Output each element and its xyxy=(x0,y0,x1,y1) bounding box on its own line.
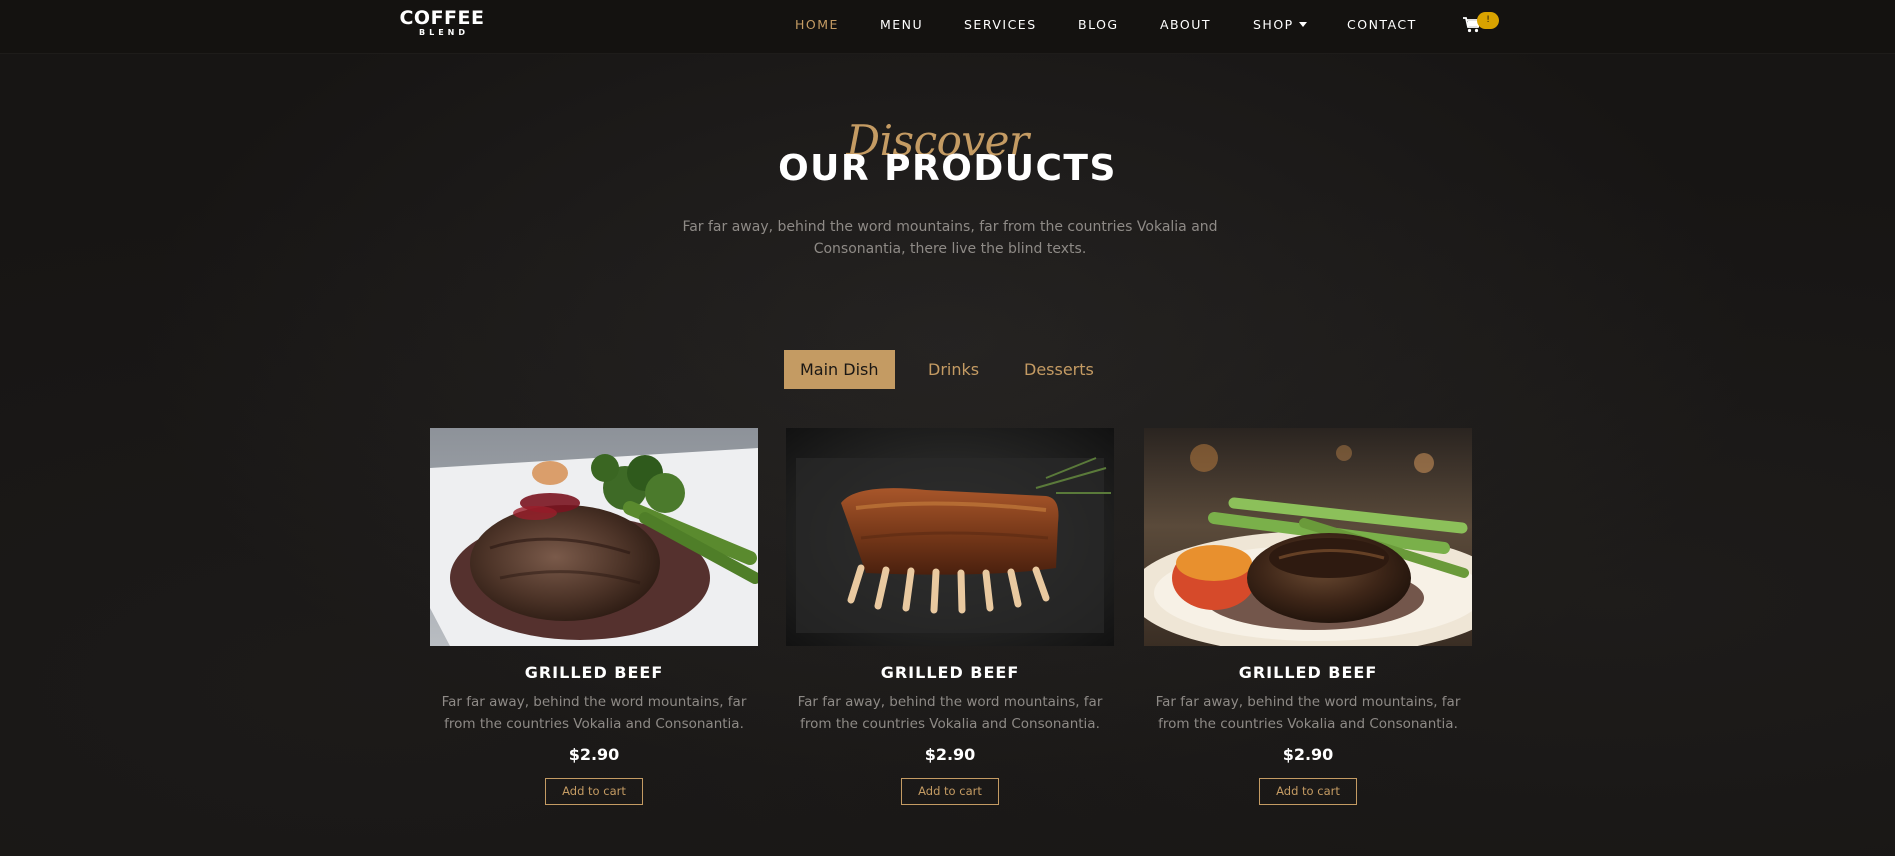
tab-main-dish[interactable]: Main Dish xyxy=(784,350,895,389)
add-to-cart-button[interactable]: Add to cart xyxy=(545,778,643,805)
nav-item-blog[interactable]: BLOG xyxy=(1078,17,1119,32)
brand-logo[interactable]: COFFEE BLEND xyxy=(397,9,487,37)
chevron-down-icon xyxy=(1298,22,1307,27)
nav-item-services[interactable]: SERVICES xyxy=(964,17,1037,32)
tab-drinks[interactable]: Drinks xyxy=(912,350,995,389)
cart-count-badge: ! xyxy=(1477,12,1499,29)
product-title: GRILLED BEEF xyxy=(880,663,1020,682)
nav-item-shop-label: SHOP xyxy=(1253,17,1294,32)
product-title: GRILLED BEEF xyxy=(1238,663,1378,682)
tab-desserts[interactable]: Desserts xyxy=(1008,350,1110,389)
product-price: $2.90 xyxy=(568,745,620,764)
product-image[interactable] xyxy=(430,428,758,646)
section-title: OUR PRODUCTS xyxy=(778,148,1117,189)
nav-item-about[interactable]: ABOUT xyxy=(1160,17,1211,32)
product-description: Far far away, behind the word mountains,… xyxy=(1155,694,1461,732)
product-description: Far far away, behind the word mountains,… xyxy=(441,694,747,732)
product-image[interactable] xyxy=(786,428,1114,646)
add-to-cart-button[interactable]: Add to cart xyxy=(901,778,999,805)
product-price: $2.90 xyxy=(924,745,976,764)
product-price: $2.90 xyxy=(1282,745,1334,764)
product-card: GRILLED BEEF Far far away, behind the wo… xyxy=(786,428,1114,805)
navbar: COFFEE BLEND HOME MENU SERVICES BLOG ABO… xyxy=(0,0,1895,54)
cart-button[interactable]: ! xyxy=(1463,12,1503,40)
product-description: Far far away, behind the word mountains,… xyxy=(797,694,1103,732)
nav-item-contact[interactable]: CONTACT xyxy=(1347,17,1417,32)
product-card: GRILLED BEEF Far far away, behind the wo… xyxy=(430,428,758,805)
product-card: GRILLED BEEF Far far away, behind the wo… xyxy=(1144,428,1472,805)
brand-subtitle: BLEND xyxy=(419,28,469,37)
brand-name: COFFEE xyxy=(399,7,485,29)
add-to-cart-button[interactable]: Add to cart xyxy=(1259,778,1357,805)
product-title: GRILLED BEEF xyxy=(524,663,664,682)
product-image[interactable] xyxy=(1144,428,1472,646)
nav-item-home[interactable]: HOME xyxy=(795,17,839,32)
nav-item-menu[interactable]: MENU xyxy=(880,17,923,32)
nav-item-shop[interactable]: SHOP xyxy=(1253,17,1307,32)
section-intro: Far far away, behind the word mountains,… xyxy=(682,219,1218,257)
